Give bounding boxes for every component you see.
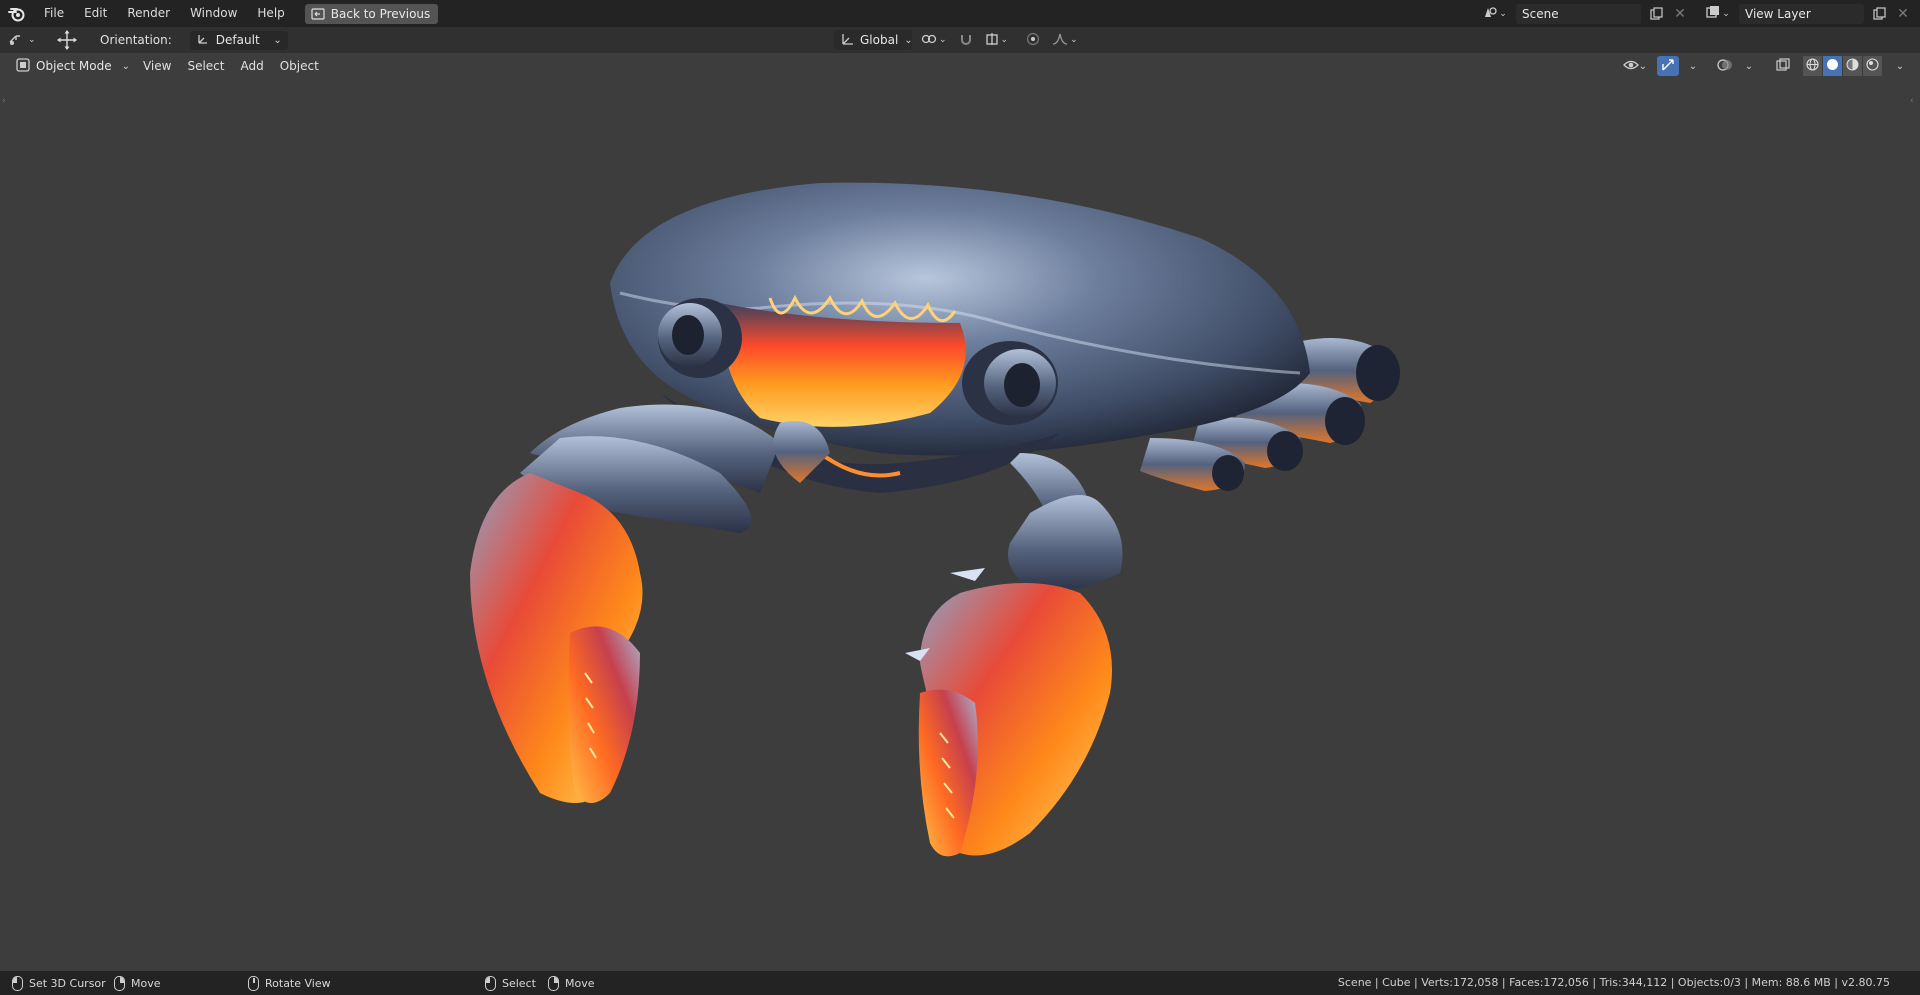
left-mouse-icon xyxy=(485,975,496,991)
snap-icon xyxy=(959,32,973,49)
middle-mouse-icon xyxy=(248,975,259,991)
status-hint-move-2: Move xyxy=(548,971,595,995)
menu-file[interactable]: File xyxy=(34,0,74,27)
xray-toggle[interactable] xyxy=(1773,56,1793,76)
menu-edit[interactable]: Edit xyxy=(74,0,117,27)
close-icon[interactable]: ✕ xyxy=(1894,4,1912,24)
transform-orientation-dropdown[interactable]: Global ⌄ xyxy=(834,30,913,50)
viewport-header: Object Mode ⌄ View Select Add Object ⌄ ⌄… xyxy=(0,53,1920,79)
status-set-cursor-label: Set 3D Cursor xyxy=(29,976,106,990)
status-hint-move: Move xyxy=(114,971,161,995)
view-layer-icon xyxy=(1706,5,1720,22)
wireframe-shading-button[interactable] xyxy=(1803,56,1822,76)
menu-object[interactable]: Object xyxy=(273,56,326,76)
tool-settings-header: ⌄ Orientation: Default ⌄ Global ⌄ ⌄ ⌄ ⌄ xyxy=(0,27,1920,53)
proportional-edit-toggle[interactable] xyxy=(1023,30,1043,50)
move-tool-icon[interactable] xyxy=(52,29,82,51)
close-icon[interactable]: ✕ xyxy=(1671,4,1689,24)
material-icon xyxy=(1846,58,1859,74)
status-move-label: Move xyxy=(131,976,161,990)
snap-target-icon xyxy=(985,32,999,49)
transform-space-value: Global xyxy=(860,33,899,47)
menu-window[interactable]: Window xyxy=(180,0,247,27)
right-panel-toggle-icon[interactable]: ‹ xyxy=(1910,96,1918,108)
scene-selector[interactable]: ⌄ xyxy=(1480,4,1510,24)
falloff-icon xyxy=(1052,32,1068,49)
wireframe-icon xyxy=(1806,58,1819,74)
status-hint-select: Select xyxy=(485,971,536,995)
status-move-label-2: Move xyxy=(565,976,595,990)
snap-toggle[interactable] xyxy=(956,30,976,50)
rendered-shading-button[interactable] xyxy=(1863,56,1882,76)
back-icon xyxy=(311,7,325,20)
proportional-falloff-dropdown[interactable]: ⌄ xyxy=(1049,30,1081,50)
crab-model xyxy=(470,182,1400,857)
scene-icon xyxy=(1483,5,1497,22)
status-hint-set-cursor: Set 3D Cursor xyxy=(12,971,106,995)
solid-icon xyxy=(1826,58,1839,74)
editor-type-selector[interactable]: ⌄ xyxy=(8,30,42,50)
menu-help[interactable]: Help xyxy=(247,0,294,27)
status-hint-rotate: Rotate View xyxy=(248,971,331,995)
visibility-dropdown[interactable]: ⌄ xyxy=(1622,56,1647,76)
snap-target-dropdown[interactable]: ⌄ xyxy=(982,30,1012,50)
overlay-dropdown[interactable]: ⌄ xyxy=(1739,56,1759,76)
visibility-icon xyxy=(1622,59,1639,74)
view-layer-selector[interactable]: ⌄ xyxy=(1703,4,1733,24)
rendered-icon xyxy=(1866,58,1879,74)
editor-type-icon xyxy=(8,32,26,49)
object-mode-dropdown[interactable]: Object Mode ⌄ xyxy=(12,56,134,76)
orientation-dropdown[interactable]: Default ⌄ xyxy=(189,30,288,50)
right-mouse-icon xyxy=(548,975,559,991)
gizmo-icon xyxy=(1661,58,1675,75)
orientation-label: Orientation: xyxy=(100,33,172,47)
object-mode-label: Object Mode xyxy=(36,59,112,73)
copy-icon[interactable] xyxy=(1870,4,1888,24)
right-mouse-icon xyxy=(114,975,125,991)
status-select-label: Select xyxy=(502,976,536,990)
status-rotate-label: Rotate View xyxy=(265,976,331,990)
shading-mode-group xyxy=(1803,56,1882,76)
menu-select[interactable]: Select xyxy=(180,56,231,76)
pivot-point-dropdown[interactable]: ⌄ xyxy=(918,30,950,50)
view-layer-name-field[interactable]: View Layer xyxy=(1739,3,1864,24)
xray-icon xyxy=(1776,57,1790,75)
menu-render[interactable]: Render xyxy=(117,0,180,27)
global-axis-icon xyxy=(840,32,854,49)
back-to-previous-button[interactable]: Back to Previous xyxy=(304,3,439,24)
object-mode-icon xyxy=(16,57,30,75)
orientation-icon xyxy=(196,32,210,49)
left-panel-toggle-icon[interactable]: › xyxy=(2,96,10,108)
overlay-toggle[interactable] xyxy=(1715,56,1735,76)
status-bar: Set 3D Cursor Move Rotate View Select Mo… xyxy=(0,971,1920,995)
material-shading-button[interactable] xyxy=(1843,56,1862,76)
pivot-icon xyxy=(921,32,937,49)
proportional-icon xyxy=(1026,32,1040,49)
orientation-value: Default xyxy=(215,33,260,47)
top-menu-bar: File Edit Render Window Help Back to Pre… xyxy=(0,0,1920,27)
gizmo-dropdown[interactable]: ⌄ xyxy=(1683,56,1703,76)
blender-logo-icon[interactable] xyxy=(0,0,34,27)
crab-claw-right xyxy=(905,453,1123,857)
gizmo-toggle[interactable] xyxy=(1657,56,1679,76)
shading-dropdown[interactable]: ⌄ xyxy=(1890,56,1910,76)
3d-viewport[interactable] xyxy=(0,53,1920,971)
scene-name-field[interactable]: Scene xyxy=(1516,3,1641,24)
overlay-icon xyxy=(1717,58,1733,75)
menu-view[interactable]: View xyxy=(136,56,178,76)
solid-shading-button[interactable] xyxy=(1823,56,1842,76)
menu-add[interactable]: Add xyxy=(234,56,271,76)
left-mouse-icon xyxy=(12,975,23,991)
back-button-label: Back to Previous xyxy=(330,6,431,21)
scene-statistics: Scene | Cube | Verts:172,058 | Faces:172… xyxy=(1337,976,1890,989)
copy-icon[interactable] xyxy=(1647,4,1665,24)
